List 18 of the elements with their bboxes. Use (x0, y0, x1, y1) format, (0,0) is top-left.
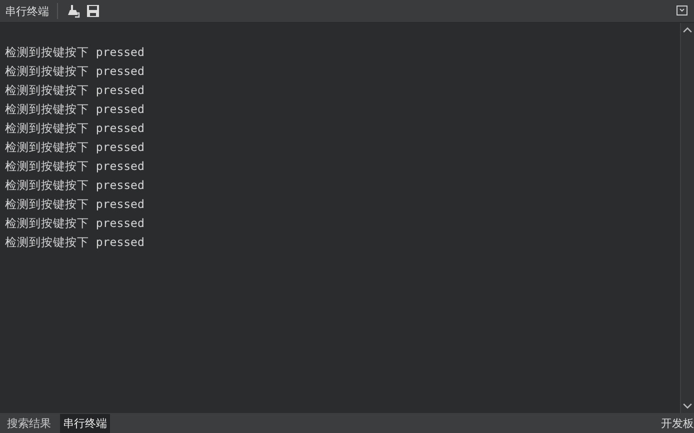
save-icon[interactable] (86, 4, 100, 18)
console-line: 检测到按键按下 pressed (5, 196, 146, 213)
broom-icon[interactable] (66, 4, 80, 18)
tab[interactable]: 搜索结果 (4, 414, 54, 432)
maximize-icon[interactable] (676, 5, 688, 17)
console-line: 检测到按键按下 pressed (5, 234, 146, 251)
console-line: 检测到按键按下 pressed (5, 158, 146, 175)
console-line: 检测到按键按下 pressed (5, 101, 146, 118)
console-line: 检测到按键按下 pressed (5, 44, 146, 61)
tab[interactable]: 串行终端 (60, 414, 110, 432)
board-tab[interactable]: 开发板 (661, 416, 694, 430)
console-line: 检测到按键按下 pressed (5, 177, 146, 194)
console-line: 检测到按键按下 pressed (5, 120, 146, 137)
console-line: 检测到按键按下 pressed (5, 82, 146, 99)
console-line: 检测到按键按下 pressed (5, 139, 146, 156)
panel-title: 串行终端 (5, 4, 49, 18)
console-line: 检测到按键按下 pressed (5, 215, 146, 232)
console-line: 检测到按键按下 pressed (5, 63, 146, 80)
